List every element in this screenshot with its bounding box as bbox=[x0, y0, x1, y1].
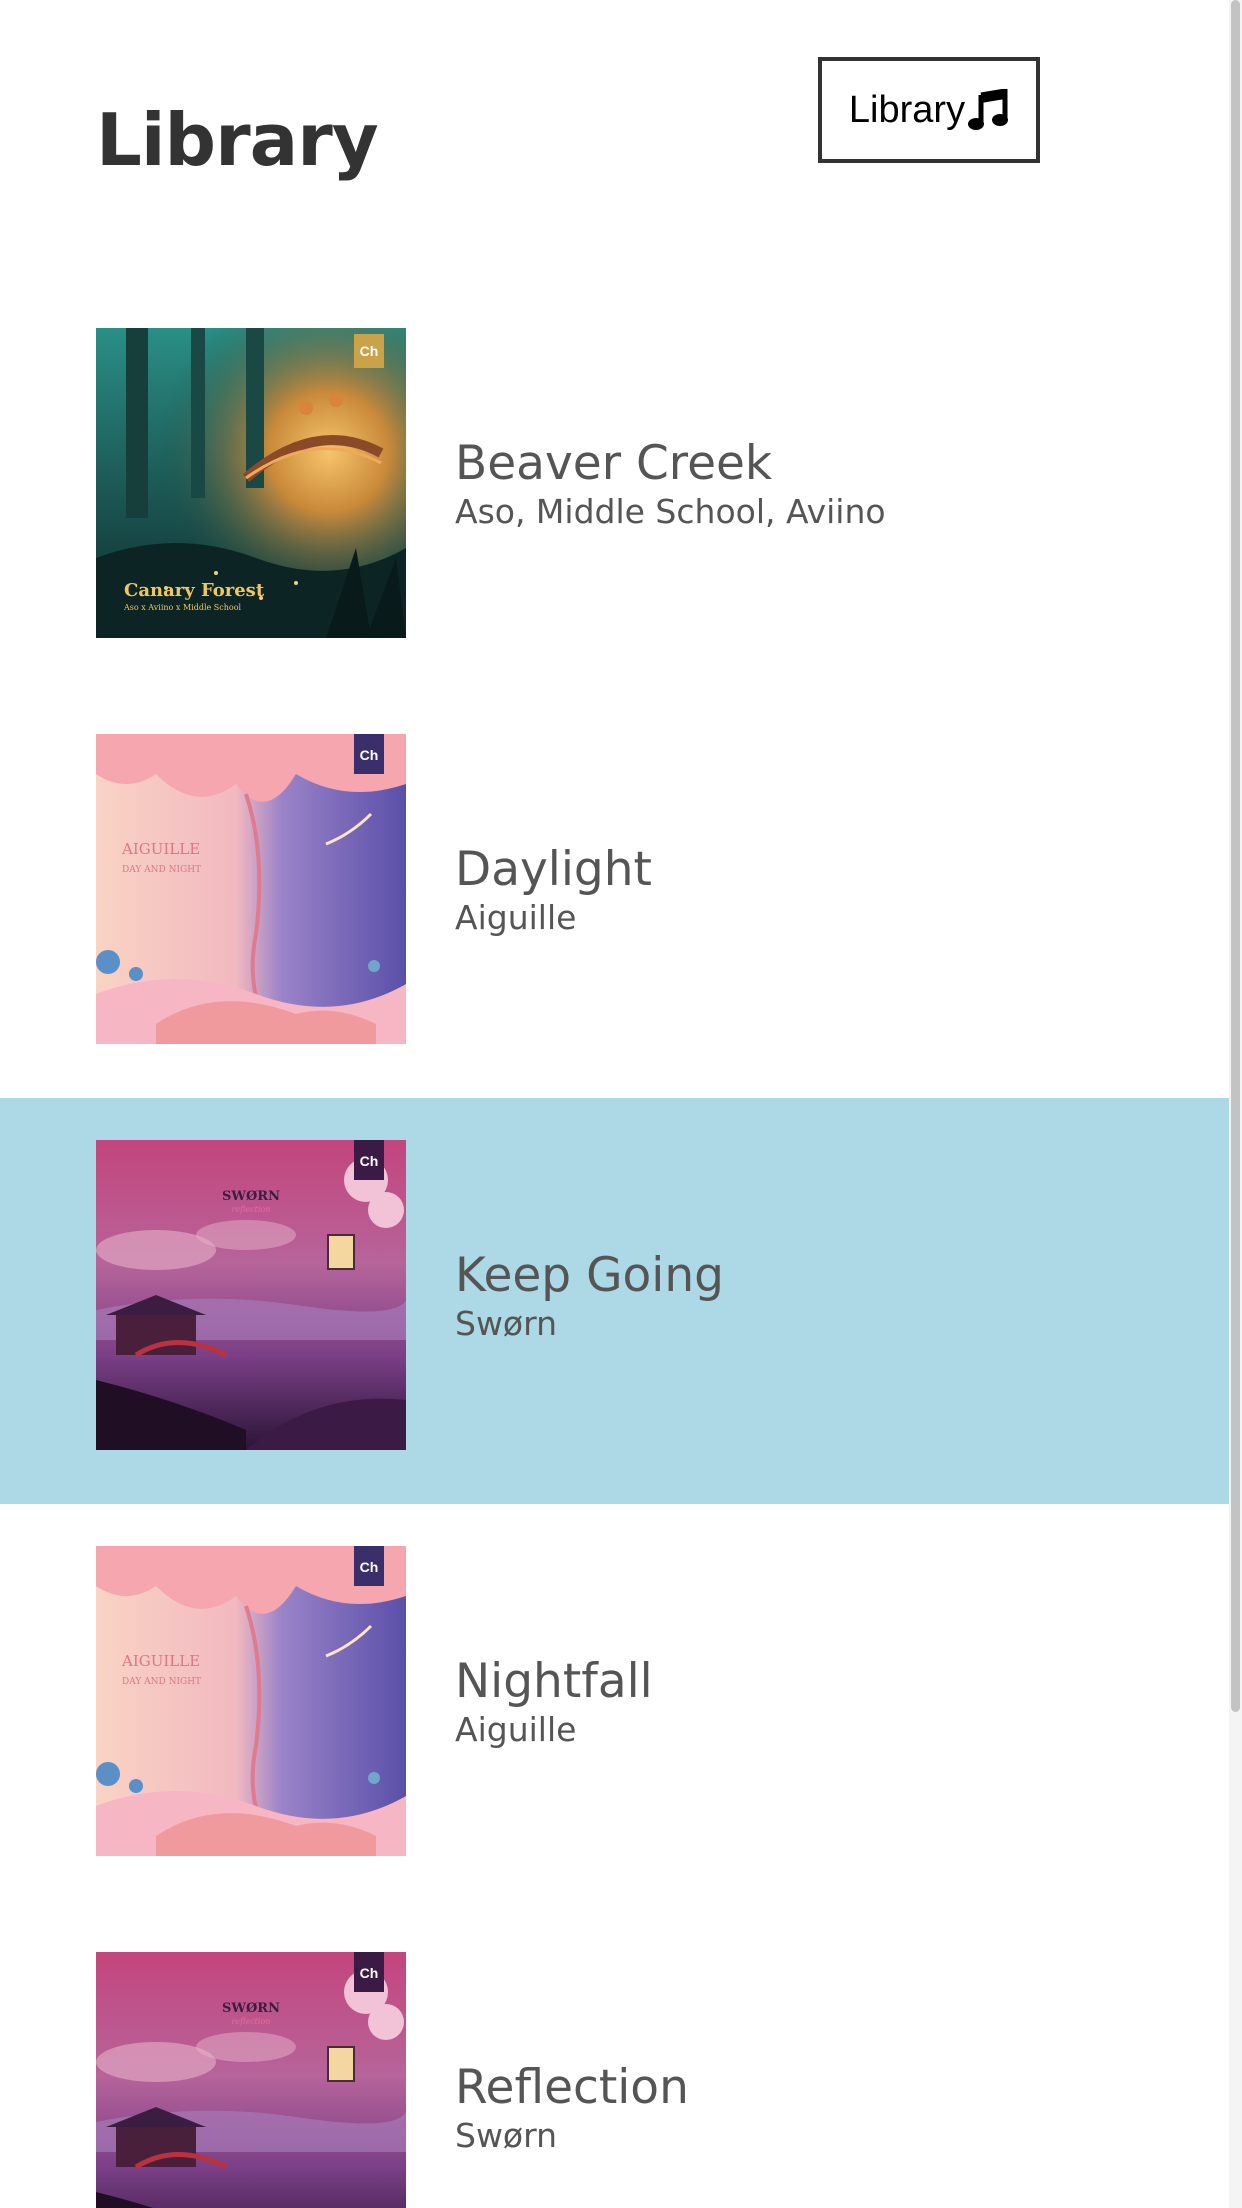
cover-title-text: SWØRN bbox=[222, 1189, 280, 1204]
cover-title-text: Canary Forest bbox=[124, 580, 265, 601]
track-artist: Aiguille bbox=[455, 898, 577, 937]
track-artist: Aiguille bbox=[455, 1710, 577, 1749]
track-row[interactable]: Ch Canary Forest Aso x Aviino x Middle S… bbox=[0, 286, 1229, 692]
cover-badge: Ch bbox=[360, 1153, 379, 1169]
track-row[interactable]: Ch AIGUILLE DAY AND NIGHT Nightfall Aigu… bbox=[0, 1504, 1229, 1910]
cover-subtitle-text: Aso x Aviino x Middle School bbox=[123, 603, 242, 612]
cover-badge: Ch bbox=[360, 1965, 379, 1981]
track-row[interactable]: Ch SWØRN reflection Reflection Swørn bbox=[0, 1910, 1229, 2208]
cover-title-text: SWØRN bbox=[222, 2001, 280, 2016]
cover-subtitle-text: reflection bbox=[232, 1205, 271, 1214]
scrollbar-thumb[interactable] bbox=[1231, 0, 1240, 1712]
library-button[interactable]: Library bbox=[818, 57, 1040, 163]
track-row[interactable]: Ch SWØRN reflection Keep Going Swørn bbox=[0, 1098, 1229, 1504]
music-note-icon bbox=[967, 88, 1009, 131]
track-artist: Aso, Middle School, Aviino bbox=[455, 492, 886, 531]
cover-badge: Ch bbox=[360, 343, 379, 359]
page-title: Library bbox=[96, 98, 379, 182]
track-info: Nightfall Aiguille bbox=[455, 1656, 653, 1752]
track-artist: Swørn bbox=[455, 2116, 558, 2155]
track-title: Keep Going bbox=[455, 1248, 724, 1303]
library-button-label: Library bbox=[848, 88, 966, 131]
cover-subtitle-text: DAY AND NIGHT bbox=[122, 865, 201, 875]
track-info: Daylight Aiguille bbox=[455, 844, 652, 940]
track-artist: Swørn bbox=[455, 1304, 558, 1343]
track-row[interactable]: Ch AIGUILLE DAY AND NIGHT Daylight Aigui… bbox=[0, 692, 1229, 1098]
album-cover: Ch Canary Forest Aso x Aviino x Middle S… bbox=[96, 328, 406, 638]
library-screen: Library Library Ch Canary Forest Aso x A… bbox=[0, 0, 1242, 2208]
track-info: Beaver Creek Aso, Middle School, Aviino bbox=[455, 438, 886, 534]
track-info: Reflection Swørn bbox=[455, 2062, 689, 2158]
album-cover: Ch AIGUILLE DAY AND NIGHT bbox=[96, 1546, 406, 1856]
album-cover: Ch SWØRN reflection bbox=[96, 1140, 406, 1450]
album-cover: Ch AIGUILLE DAY AND NIGHT bbox=[96, 734, 406, 1044]
cover-badge: Ch bbox=[360, 1559, 379, 1575]
track-title: Nightfall bbox=[455, 1654, 653, 1709]
track-title: Beaver Creek bbox=[455, 436, 773, 491]
scrollbar[interactable] bbox=[1229, 0, 1242, 2208]
cover-title-text: AIGUILLE bbox=[121, 840, 200, 858]
track-info: Keep Going Swørn bbox=[455, 1250, 724, 1346]
cover-badge: Ch bbox=[360, 747, 379, 763]
album-cover: Ch SWØRN reflection bbox=[96, 1952, 406, 2208]
track-title: Reflection bbox=[455, 2060, 689, 2115]
track-title: Daylight bbox=[455, 842, 652, 897]
cover-subtitle-text: reflection bbox=[232, 2017, 271, 2026]
track-list: Ch Canary Forest Aso x Aviino x Middle S… bbox=[0, 286, 1229, 2208]
cover-title-text: AIGUILLE bbox=[121, 1652, 200, 1670]
cover-subtitle-text: DAY AND NIGHT bbox=[122, 1677, 201, 1687]
